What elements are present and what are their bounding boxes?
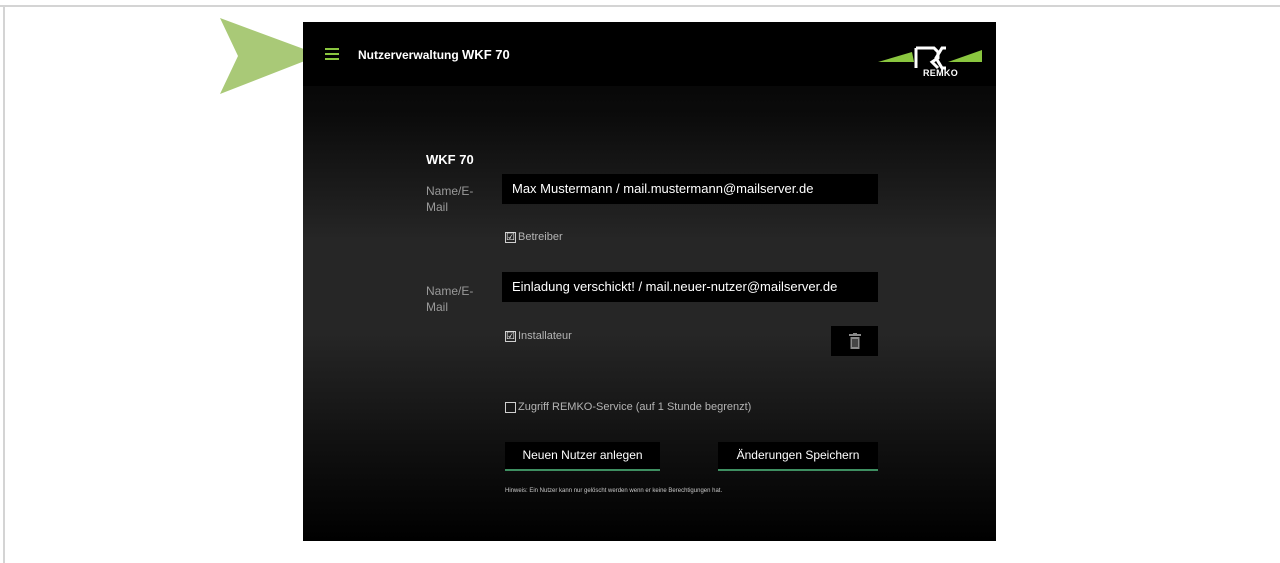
hint-text: Hinweis: Ein Nutzer kann nur gelöscht we…: [505, 488, 723, 494]
name-email-label: Name/E-Mail: [426, 284, 474, 314]
frame-border-left: [3, 5, 5, 563]
service-access-label: Zugriff REMKO-Service (auf 1 Stunde begr…: [518, 401, 752, 413]
page-title: Nutzerverwaltung WKF 70: [358, 47, 510, 62]
remko-logo-icon: [878, 46, 982, 70]
name-email-field[interactable]: Einladung verschickt! / mail.neuer-nutze…: [502, 272, 878, 302]
app-window: Nutzerverwaltung WKF 70 REMKO WKF 70 Nam…: [303, 22, 996, 541]
checkbox-icon: [505, 401, 516, 413]
name-email-label: Name/E-Mail: [426, 184, 474, 214]
save-changes-button[interactable]: Änderungen Speichern: [718, 442, 878, 471]
app-header: Nutzerverwaltung WKF 70 REMKO: [303, 22, 996, 86]
checkbox-icon: ☑: [505, 231, 516, 243]
delete-user-button[interactable]: [831, 326, 878, 356]
checkbox-icon: ☑: [505, 330, 516, 342]
section-title: WKF 70: [426, 152, 474, 167]
new-user-button[interactable]: Neuen Nutzer anlegen: [505, 442, 660, 471]
remko-logo: REMKO: [876, 38, 984, 86]
hamburger-menu-icon[interactable]: [325, 48, 339, 60]
trash-icon: [848, 333, 861, 349]
betreiber-checkbox[interactable]: ☑ Betreiber: [505, 231, 563, 243]
page-title-prefix: Nutzerverwaltung: [358, 48, 459, 62]
installateur-checkbox[interactable]: ☑ Installateur: [505, 330, 572, 342]
betreiber-label: Betreiber: [518, 231, 563, 243]
installateur-label: Installateur: [518, 330, 572, 342]
brand-name: REMKO: [923, 68, 958, 78]
service-access-checkbox[interactable]: Zugriff REMKO-Service (auf 1 Stunde begr…: [505, 401, 751, 413]
name-email-field[interactable]: Max Mustermann / mail.mustermann@mailser…: [502, 174, 878, 204]
page-title-unit: WKF 70: [462, 47, 510, 62]
frame-border-top: [0, 5, 1280, 7]
